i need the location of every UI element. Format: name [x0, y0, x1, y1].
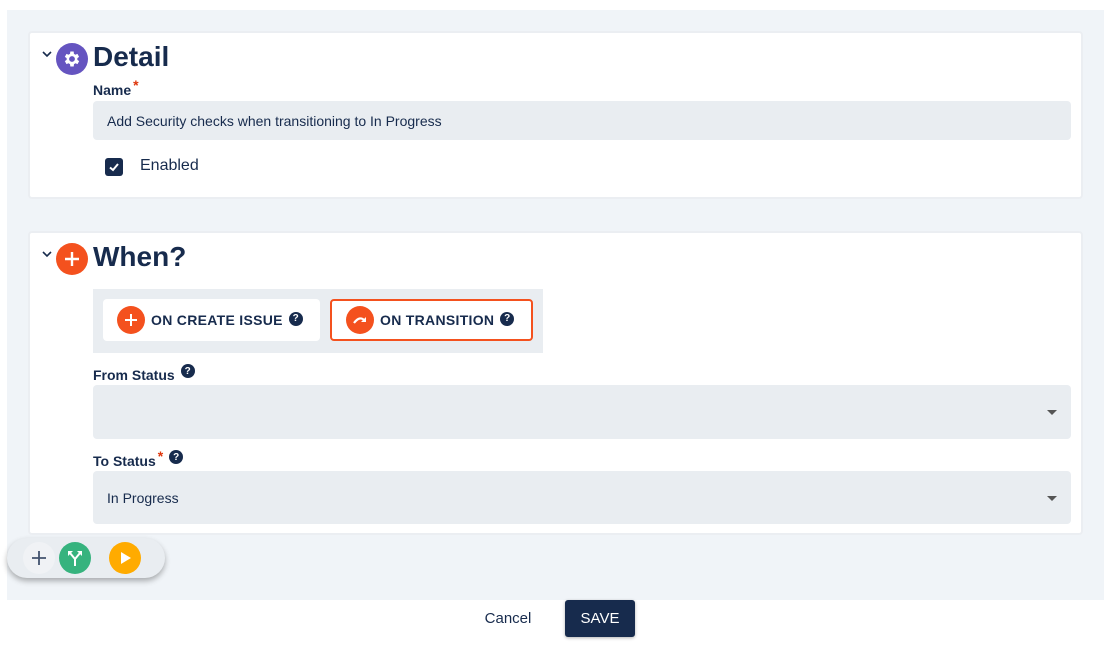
caret-down-icon — [1047, 495, 1057, 501]
caret-down-icon — [1047, 410, 1057, 415]
to-status-select[interactable]: In Progress — [93, 471, 1071, 524]
play-icon — [121, 552, 131, 564]
on-create-issue-label: ON CREATE ISSUE — [151, 312, 283, 328]
help-icon[interactable]: ? — [500, 311, 515, 326]
detail-section: Detail Name * Add Security checks when tr… — [28, 31, 1083, 199]
plus-circle-icon — [56, 243, 88, 275]
branch-button[interactable] — [59, 542, 91, 574]
plus-icon — [32, 551, 46, 565]
required-mark: * — [157, 448, 164, 464]
from-status-select[interactable] — [93, 385, 1071, 439]
chevron-down-icon[interactable] — [40, 47, 54, 61]
help-icon[interactable]: ? — [288, 311, 303, 326]
plus-icon — [117, 306, 145, 334]
run-button[interactable] — [109, 542, 141, 574]
save-button[interactable]: SAVE — [565, 600, 635, 637]
name-input[interactable]: Add Security checks when transitioning t… — [93, 101, 1071, 140]
cancel-button[interactable]: Cancel — [478, 600, 538, 636]
branch-icon — [68, 551, 82, 566]
required-mark: * — [133, 77, 139, 93]
name-label-text: Name — [93, 82, 132, 98]
name-label: Name * — [93, 77, 139, 98]
trigger-selector: ON CREATE ISSUE ? ON TRANSITION ? — [93, 289, 543, 353]
add-button[interactable] — [23, 542, 55, 574]
detail-title: Detail — [93, 41, 170, 72]
check-icon — [109, 163, 119, 172]
to-status-value: In Progress — [107, 489, 179, 506]
from-status-label-text: From Status — [93, 367, 175, 383]
to-status-label: To Status * ? — [93, 448, 184, 469]
to-status-label-text: To Status — [93, 453, 156, 469]
enabled-checkbox[interactable] — [105, 158, 123, 176]
gear-icon — [56, 43, 88, 75]
from-status-label: From Status ? — [93, 364, 195, 383]
chevron-down-icon[interactable] — [40, 247, 54, 261]
floating-action-bar — [7, 538, 165, 578]
when-section: When? ON CREATE ISSUE ? ON TRANSITION ? … — [28, 231, 1083, 535]
on-create-issue-button[interactable]: ON CREATE ISSUE ? — [103, 299, 320, 341]
when-title: When? — [93, 241, 187, 272]
help-icon[interactable]: ? — [180, 364, 195, 378]
on-transition-label: ON TRANSITION — [380, 312, 495, 328]
help-icon[interactable]: ? — [169, 450, 184, 464]
redo-arrow-icon — [346, 306, 374, 334]
on-transition-button[interactable]: ON TRANSITION ? — [330, 299, 533, 341]
enabled-label: Enabled — [140, 157, 199, 174]
